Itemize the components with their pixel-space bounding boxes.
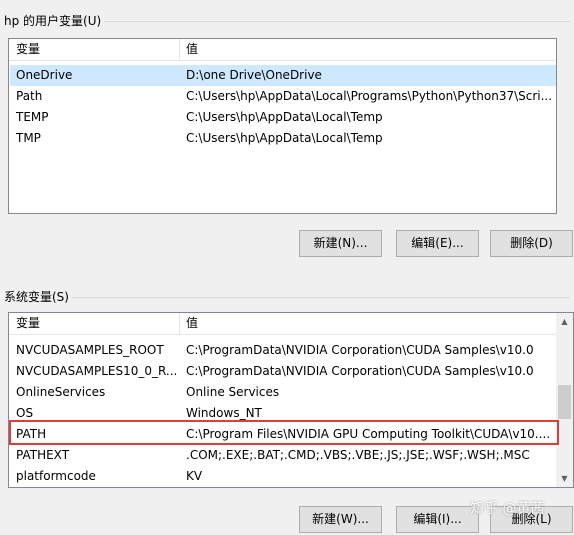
user-delete-button[interactable]: 删除(D) <box>490 230 573 257</box>
var-name: NVCUDASAMPLES_ROOT <box>16 343 164 357</box>
user-var-row-onedrive[interactable]: OneDrive D:\one Drive\OneDrive <box>10 65 556 86</box>
scroll-down-arrow-icon[interactable]: ▼ <box>556 470 573 487</box>
system-var-row[interactable]: platformcode KV <box>10 466 556 487</box>
system-edit-button[interactable]: 编辑(I)... <box>396 506 479 533</box>
system-vars-header: 变量 值 <box>9 313 556 335</box>
var-value: C:\Users\hp\AppData\Local\Temp <box>186 131 383 145</box>
column-header-variable[interactable]: 变量 <box>10 39 179 60</box>
system-vars-title: 系统变量(S) <box>4 290 69 304</box>
group-divider <box>104 21 570 22</box>
var-value: C:\Program Files\NVIDIA GPU Computing To… <box>186 427 551 441</box>
system-vars-list[interactable]: 变量 值 NVCUDASAMPLES_ROOT C:\ProgramData\N… <box>8 312 574 488</box>
var-name: PATH <box>16 427 47 441</box>
system-var-row[interactable]: OnlineServices Online Services <box>10 382 556 403</box>
system-var-row[interactable]: PATHEXT .COM;.EXE;.BAT;.CMD;.VBS;.VBE;.J… <box>10 445 556 466</box>
user-vars-list[interactable]: 变量 值 OneDrive D:\one Drive\OneDrive Path… <box>8 38 557 214</box>
system-var-row[interactable]: OS Windows_NT <box>10 403 556 424</box>
user-edit-button[interactable]: 编辑(E)... <box>396 230 479 257</box>
var-value: KV <box>186 469 203 483</box>
var-value: C:\ProgramData\NVIDIA Corporation\CUDA S… <box>186 343 534 357</box>
var-value: C:\Users\hp\AppData\Local\Temp <box>186 110 383 124</box>
system-new-button[interactable]: 新建(W)... <box>299 506 382 533</box>
group-divider <box>72 297 570 298</box>
var-name: NVCUDASAMPLES10_0_R... <box>16 364 178 378</box>
var-value: C:\Users\hp\AppData\Local\Programs\Pytho… <box>186 89 553 103</box>
var-name: PATHEXT <box>16 448 70 462</box>
user-var-row-temp[interactable]: TEMP C:\Users\hp\AppData\Local\Temp <box>10 107 556 128</box>
var-value: .COM;.EXE;.BAT;.CMD;.VBS;.VBE;.JS;.JSE;.… <box>186 448 530 462</box>
user-new-button[interactable]: 新建(N)... <box>299 230 382 257</box>
var-value: Online Services <box>186 385 280 399</box>
user-vars-title: hp 的用户变量(U) <box>4 14 102 28</box>
user-vars-header: 变量 值 <box>9 39 556 61</box>
var-name: OS <box>16 406 34 420</box>
column-header-value[interactable]: 值 <box>180 39 550 60</box>
var-value: C:\ProgramData\NVIDIA Corporation\CUDA S… <box>186 364 534 378</box>
var-name: TMP <box>16 131 41 145</box>
var-name: OneDrive <box>16 68 73 82</box>
var-name: OnlineServices <box>16 385 106 399</box>
scroll-thumb[interactable] <box>558 385 571 419</box>
column-header-variable[interactable]: 变量 <box>10 313 179 334</box>
var-name: Path <box>16 89 43 103</box>
system-var-row-path[interactable]: PATH C:\Program Files\NVIDIA GPU Computi… <box>10 424 556 445</box>
system-var-row[interactable]: NVCUDASAMPLES10_0_R... C:\ProgramData\NV… <box>10 361 556 382</box>
var-value: Windows_NT <box>186 406 262 420</box>
system-var-row[interactable]: NVCUDASAMPLES_ROOT C:\ProgramData\NVIDIA… <box>10 340 556 361</box>
watermark: 知乎 @黄茜 <box>470 501 545 517</box>
user-var-row-tmp[interactable]: TMP C:\Users\hp\AppData\Local\Temp <box>10 128 556 149</box>
var-name: platformcode <box>16 469 96 483</box>
var-name: TEMP <box>16 110 49 124</box>
scroll-up-arrow-icon[interactable]: ▲ <box>556 313 573 330</box>
column-header-value[interactable]: 值 <box>180 313 550 334</box>
system-vars-scrollbar[interactable]: ▲ ▼ <box>556 313 573 487</box>
var-value: D:\one Drive\OneDrive <box>186 68 322 82</box>
user-var-row-path[interactable]: Path C:\Users\hp\AppData\Local\Programs\… <box>10 86 556 107</box>
